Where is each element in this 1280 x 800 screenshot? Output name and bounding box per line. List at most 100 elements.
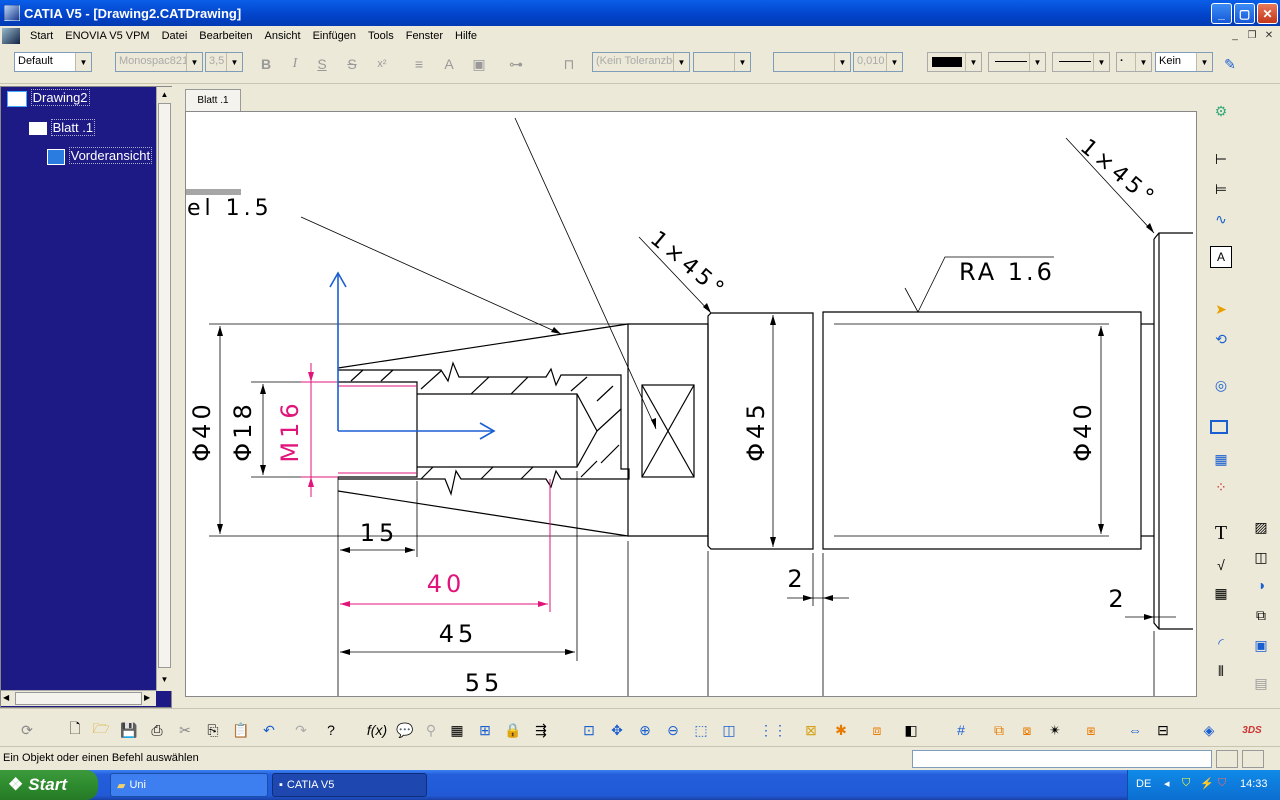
document-icon[interactable]: [2, 28, 20, 44]
precision-combo[interactable]: ▼: [773, 52, 851, 72]
line-end-combo[interactable]: Kein ▼: [1155, 52, 1213, 72]
menu-bearbeiten[interactable]: Bearbeiten: [193, 30, 258, 42]
arc-icon[interactable]: ◜: [1210, 632, 1232, 654]
redo-icon[interactable]: ↷: [290, 719, 312, 741]
display-icon[interactable]: ◧: [900, 719, 922, 741]
table-icon[interactable]: ▦: [1210, 582, 1232, 604]
anchor-point-icon[interactable]: A: [438, 53, 460, 75]
grid-display-icon[interactable]: #: [950, 719, 972, 741]
measure-icon[interactable]: ⇔: [1124, 719, 1146, 741]
tolerance-value-combo[interactable]: ▼: [693, 52, 751, 72]
menu-start[interactable]: Start: [24, 30, 59, 42]
comment-icon[interactable]: 💬: [394, 719, 416, 741]
cut-icon[interactable]: ✂: [174, 719, 196, 741]
doc-restore-button[interactable]: ❐: [1245, 29, 1259, 42]
precision-value-combo[interactable]: 0,010 ▼: [853, 52, 903, 72]
italic-button[interactable]: I: [284, 53, 306, 75]
language-indicator[interactable]: DE: [1136, 778, 1151, 790]
area-fill-icon[interactable]: ◫: [1250, 546, 1272, 568]
task-uni[interactable]: ▰ Uni: [110, 773, 268, 797]
tree-node-sheet[interactable]: Blatt .1: [29, 119, 96, 136]
select-arrow-icon[interactable]: ➤: [1210, 298, 1232, 320]
update-icon[interactable]: ⟲: [1210, 328, 1232, 350]
scroll-down-button[interactable]: ▼: [157, 672, 172, 687]
superscript-button[interactable]: x²: [371, 53, 393, 75]
menu-enovia[interactable]: ENOVIA V5 VPM: [59, 30, 155, 42]
frame-icon[interactable]: ▣: [468, 53, 490, 75]
linetype-combo[interactable]: ▼: [1052, 52, 1110, 72]
snap-icon[interactable]: ⊠: [800, 719, 822, 741]
font-size-combo[interactable]: 3,5 ▼: [205, 52, 243, 72]
linewidth-combo[interactable]: ▼: [988, 52, 1046, 72]
detail-view-icon[interactable]: ▣: [1250, 634, 1272, 656]
tree-structure-icon[interactable]: ⊞: [474, 719, 496, 741]
generate-icon[interactable]: ⧆: [1080, 719, 1102, 741]
help-icon[interactable]: ?: [320, 719, 342, 741]
cmd-option-button[interactable]: [1216, 750, 1238, 768]
dimension-cumulated-icon[interactable]: ⊨: [1210, 178, 1232, 200]
align-icon[interactable]: ⇶: [530, 719, 552, 741]
maximize-button[interactable]: ▢: [1234, 3, 1255, 24]
hscroll-thumb[interactable]: [15, 692, 142, 705]
hatch-icon[interactable]: ▨: [1250, 516, 1272, 538]
scroll-up-button[interactable]: ▲: [157, 87, 172, 102]
tolerance-combo[interactable]: (Kein Toleranzbe ▼: [592, 52, 690, 72]
dimension-tools-icon[interactable]: ⊶: [505, 53, 527, 75]
task-catia[interactable]: ▪ CATIA V5: [272, 773, 427, 797]
print-icon[interactable]: ⎙: [146, 719, 168, 741]
table-tool-icon[interactable]: ▦: [446, 719, 468, 741]
drawing-sheet[interactable]: el 1.5 Φ40 Φ18 M16 Φ45 Φ40 15 40 45 55 2…: [185, 111, 1197, 697]
frame-title-icon[interactable]: ▤: [1250, 672, 1272, 694]
tolerance-icon[interactable]: ⊓: [558, 53, 580, 75]
security-shield-icon[interactable]: ⛉: [1182, 777, 1190, 790]
text-align-icon[interactable]: ≡: [408, 53, 430, 75]
menu-fenster[interactable]: Fenster: [400, 30, 449, 42]
alert-shield-icon[interactable]: ⛉: [1218, 777, 1226, 790]
pan-icon[interactable]: ✥: [606, 719, 628, 741]
point-combo[interactable]: · ▼: [1116, 52, 1152, 72]
tree-vertical-scrollbar[interactable]: ▲ ▼: [156, 87, 172, 691]
zoom-out-icon[interactable]: ⊖: [662, 719, 684, 741]
menu-tools[interactable]: Tools: [362, 30, 400, 42]
points-icon[interactable]: ⁘: [1210, 476, 1232, 498]
view-tools-icon[interactable]: ◎: [1210, 374, 1232, 396]
cmd-cancel-button[interactable]: [1242, 750, 1264, 768]
menu-hilfe[interactable]: Hilfe: [449, 30, 483, 42]
export-icon[interactable]: ⊟: [1152, 719, 1174, 741]
offset-icon[interactable]: ◑: [1250, 574, 1272, 596]
text-annotation-icon[interactable]: A: [1210, 246, 1232, 268]
scroll-right-button[interactable]: ▶: [144, 693, 150, 702]
grid-view-icon[interactable]: ▦: [1210, 448, 1232, 470]
font-combo[interactable]: Monospac821 ▼: [115, 52, 203, 72]
filter-icon[interactable]: ⧇: [1016, 719, 1038, 741]
paste-icon[interactable]: 📋: [230, 719, 252, 741]
geometry-icon[interactable]: ∿: [1210, 208, 1232, 230]
save-icon[interactable]: 💾: [118, 719, 140, 741]
strikethrough-button[interactable]: S: [341, 53, 363, 75]
tree-horizontal-scrollbar[interactable]: ◀ ▶: [1, 690, 156, 706]
projection-icon[interactable]: ⧉: [1250, 604, 1272, 626]
symmetry-icon[interactable]: ⫴: [1210, 660, 1232, 682]
fit-all-icon[interactable]: ⊡: [578, 719, 600, 741]
start-button[interactable]: ❖ Start: [0, 770, 98, 800]
tray-arrow-icon[interactable]: ◂: [1164, 777, 1170, 790]
zoom-area-icon[interactable]: ⬚: [690, 719, 712, 741]
doc-close-button[interactable]: ✕: [1262, 29, 1276, 42]
menu-datei[interactable]: Datei: [156, 30, 194, 42]
network-icon[interactable]: ⚡: [1200, 777, 1214, 790]
analysis-icon[interactable]: ⧈: [866, 719, 888, 741]
doc-minimize-button[interactable]: _: [1228, 29, 1242, 42]
scroll-thumb[interactable]: [158, 103, 171, 668]
lock-icon[interactable]: 🔒: [502, 719, 524, 741]
text-icon[interactable]: T: [1210, 522, 1232, 544]
cotation-icon[interactable]: ⧉: [988, 719, 1010, 741]
close-button[interactable]: ✕: [1257, 3, 1278, 24]
parameter-icon[interactable]: ⚲: [420, 719, 442, 741]
roughness-icon[interactable]: √: [1210, 554, 1232, 576]
refresh-icon[interactable]: ⟳: [16, 719, 38, 741]
menu-einfuegen[interactable]: Einfügen: [307, 30, 362, 42]
color-combo[interactable]: ▼: [927, 52, 982, 72]
sheet-view-icon[interactable]: ◫: [718, 719, 740, 741]
dimension-icon[interactable]: ⊢: [1210, 148, 1232, 170]
minimize-button[interactable]: _: [1211, 3, 1232, 24]
